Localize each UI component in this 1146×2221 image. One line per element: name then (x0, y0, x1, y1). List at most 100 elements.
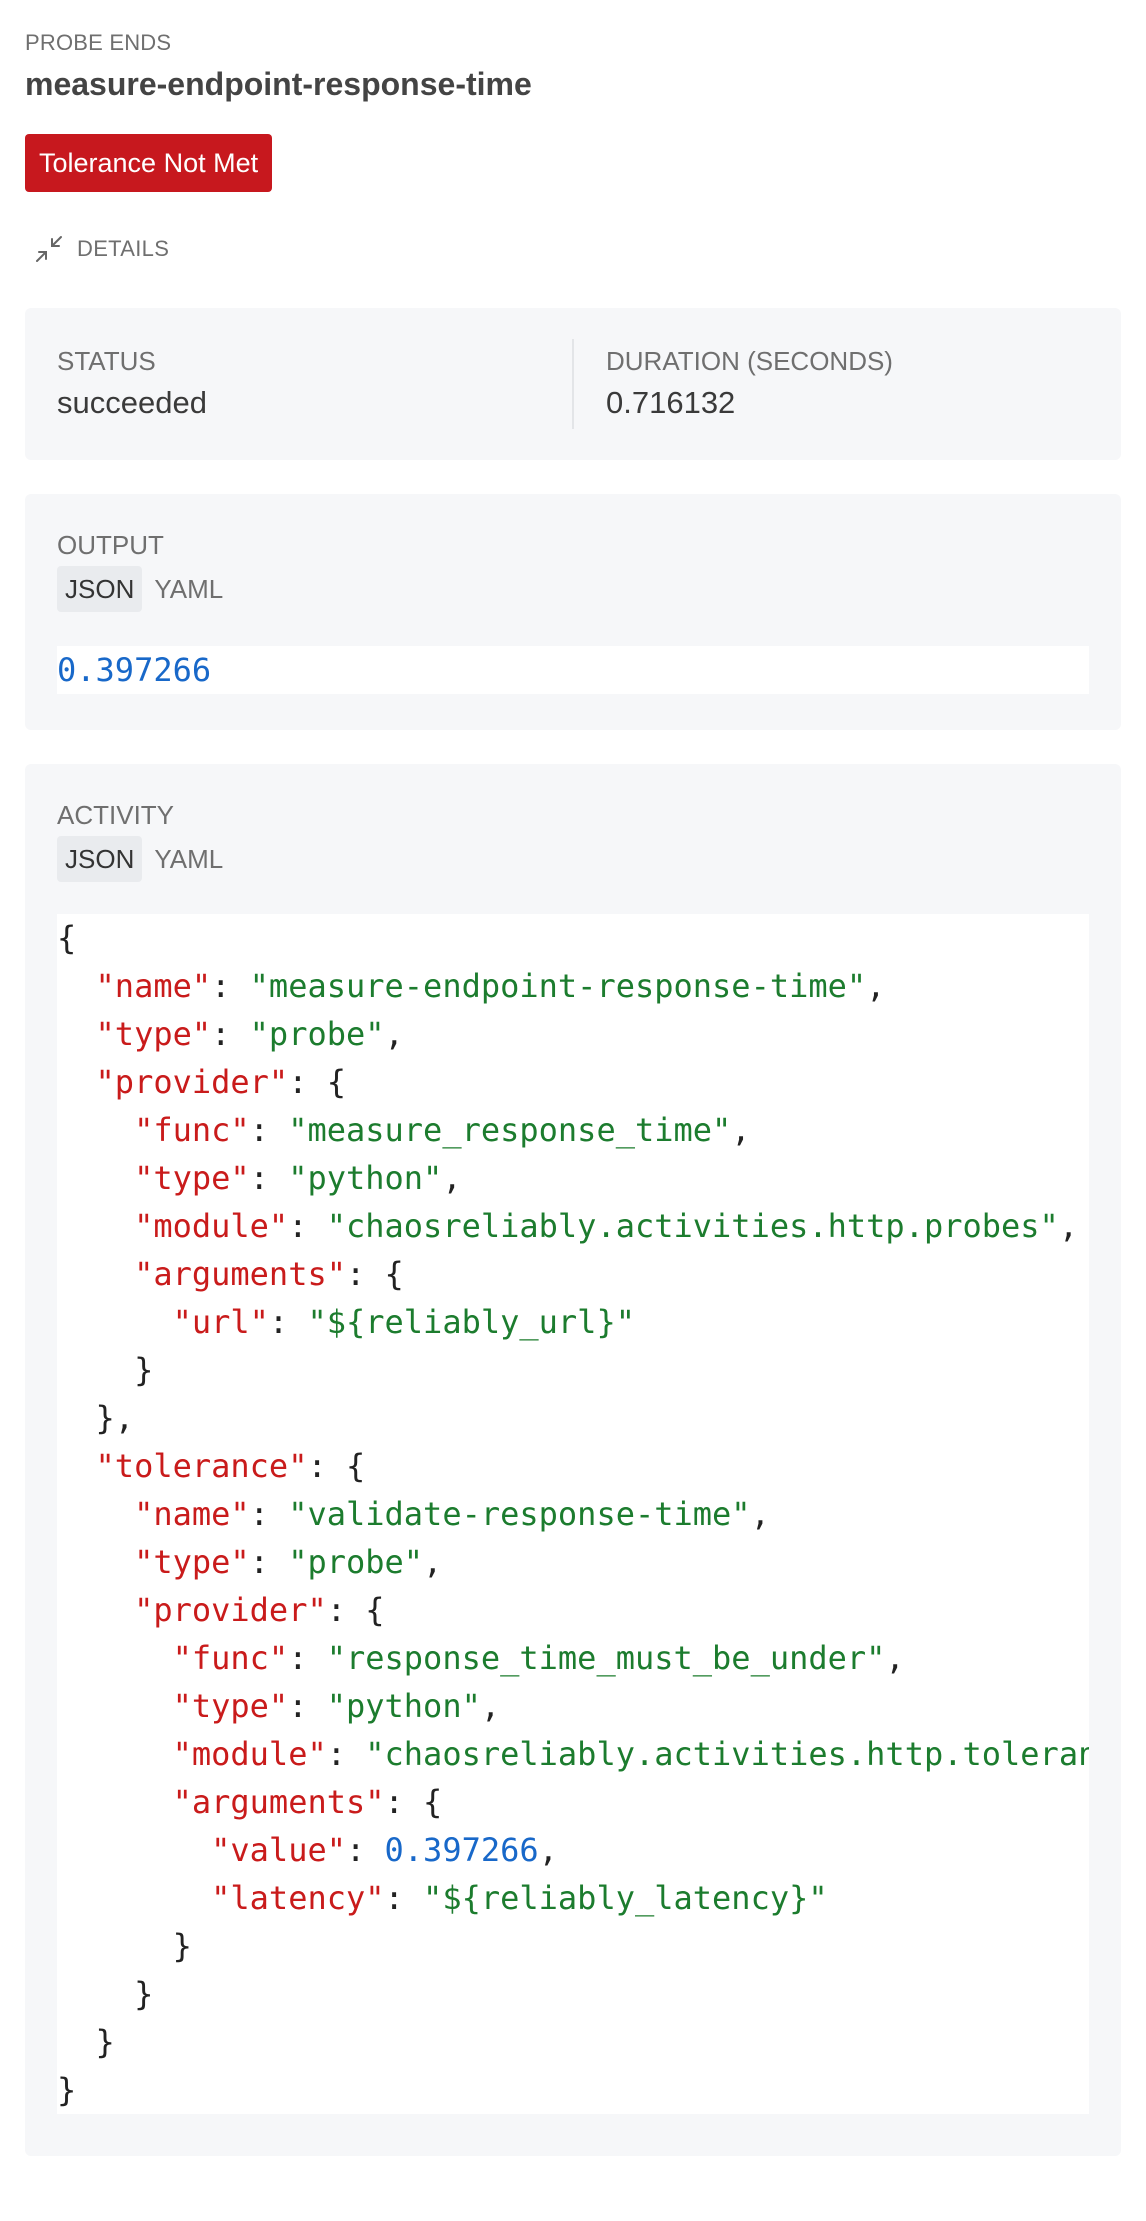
code-line: } (57, 2066, 1089, 2114)
activity-label: ACTIVITY (57, 800, 175, 830)
json-punctuation: , (1058, 1207, 1079, 1245)
json-punctuation: : { (345, 1255, 404, 1293)
json-punctuation (57, 1495, 134, 1533)
json-punctuation: , (885, 1639, 905, 1677)
json-key: "func" (172, 1639, 289, 1677)
code-line: "type": "python", (57, 1682, 1089, 1730)
output-format-tabs: JSON YAML (57, 566, 1089, 612)
code-line: }, (57, 1394, 1089, 1442)
code-line: "module": "chaosreliably.activities.http… (57, 1730, 1089, 1778)
json-punctuation (57, 1447, 96, 1485)
json-punctuation: , (423, 1543, 443, 1581)
code-line: "func": "response_time_must_be_under", (57, 1634, 1089, 1682)
activity-tab-json[interactable]: JSON (57, 836, 143, 882)
json-punctuation: , (480, 1687, 501, 1725)
json-punctuation: : { (326, 1591, 385, 1629)
json-key: "type" (172, 1687, 289, 1725)
json-punctuation: : { (307, 1447, 366, 1485)
json-key: "type" (95, 1015, 212, 1053)
json-punctuation: , (866, 967, 886, 1005)
code-line: "tolerance": { (57, 1442, 1089, 1490)
code-line: "value": 0.397266, (57, 1826, 1089, 1874)
json-punctuation (57, 1735, 173, 1773)
code-line: "module": "chaosreliably.activities.http… (57, 1202, 1089, 1250)
json-string: "${reliably_url}" (307, 1303, 635, 1341)
json-punctuation (57, 1159, 134, 1197)
json-punctuation: : (326, 1735, 366, 1773)
json-key: "type" (134, 1543, 250, 1581)
activity-code-block: { "name": "measure-endpoint-response-tim… (57, 914, 1089, 2114)
activity-panel: ACTIVITY JSON YAML { "name": "measure-en… (25, 764, 1121, 2156)
json-punctuation (57, 1639, 173, 1677)
json-punctuation: : (249, 1111, 289, 1149)
details-toggle-button[interactable]: DETAILS (25, 232, 1121, 266)
json-punctuation (57, 1591, 134, 1629)
json-string: "python" (326, 1687, 481, 1725)
json-punctuation (57, 1063, 96, 1101)
output-code-block: 0.397266 (57, 646, 1089, 694)
output-value: 0.397266 (57, 651, 212, 689)
code-line: "type": "probe", (57, 1538, 1089, 1586)
json-punctuation (57, 1207, 134, 1245)
json-punctuation: : (211, 1015, 250, 1053)
code-line: "name": "measure-endpoint-response-time"… (57, 962, 1089, 1010)
json-key: "module" (172, 1735, 327, 1773)
code-line: } (57, 2018, 1089, 2066)
json-punctuation: : (249, 1543, 289, 1581)
json-punctuation (57, 967, 96, 1005)
json-punctuation (57, 1879, 211, 1917)
json-string: "measure_response_time" (288, 1111, 732, 1149)
collapse-arrows-icon (35, 235, 63, 263)
code-line: { (57, 914, 1089, 962)
status-stat: STATUS succeeded (25, 339, 572, 429)
json-string: "response_time_must_be_under" (326, 1639, 886, 1677)
json-key: "url" (172, 1303, 269, 1341)
code-line: "type": "python", (57, 1154, 1089, 1202)
json-key: "module" (134, 1207, 289, 1245)
json-string: "chaosreliably.activities.http.probes" (326, 1207, 1059, 1245)
output-tab-yaml[interactable]: YAML (146, 566, 231, 612)
status-value: succeeded (57, 385, 207, 420)
duration-value: 0.716132 (606, 385, 736, 420)
json-punctuation: } (57, 1927, 192, 1965)
probe-detail-page: PROBE ENDS measure-endpoint-response-tim… (0, 30, 1146, 2156)
json-key: "name" (134, 1495, 250, 1533)
code-line: "name": "validate-response-time", (57, 1490, 1089, 1538)
output-panel: OUTPUT JSON YAML 0.397266 (25, 494, 1121, 730)
json-key: "arguments" (134, 1255, 346, 1293)
json-punctuation (57, 1783, 173, 1821)
json-string: "probe" (288, 1543, 424, 1581)
json-punctuation: } (57, 1975, 154, 2013)
stats-panel: STATUS succeeded DURATION (SECONDS) 0.71… (25, 308, 1121, 460)
duration-stat: DURATION (SECONDS) 0.716132 (572, 339, 1121, 429)
json-punctuation (57, 1543, 134, 1581)
json-key: "tolerance" (95, 1447, 308, 1485)
json-punctuation: : { (384, 1783, 443, 1821)
json-number: 0.397266 (384, 1831, 539, 1869)
status-label: STATUS (57, 346, 156, 376)
code-line: "provider": { (57, 1058, 1089, 1106)
json-punctuation: , (442, 1159, 462, 1197)
output-label: OUTPUT (57, 530, 164, 560)
json-punctuation: : (268, 1303, 308, 1341)
json-string: "probe" (249, 1015, 385, 1053)
json-punctuation: , (731, 1111, 751, 1149)
json-key: "type" (134, 1159, 250, 1197)
code-line: "latency": "${reliably_latency}" (57, 1874, 1089, 1922)
json-key: "func" (134, 1111, 250, 1149)
json-punctuation: : (345, 1831, 385, 1869)
json-key: "arguments" (172, 1783, 385, 1821)
code-line: } (57, 1346, 1089, 1394)
output-tab-json[interactable]: JSON (57, 566, 143, 612)
json-string: "python" (288, 1159, 443, 1197)
activity-tab-yaml[interactable]: YAML (146, 836, 231, 882)
json-punctuation: } (57, 2071, 77, 2109)
status-badge: Tolerance Not Met (25, 134, 273, 192)
json-punctuation: : (249, 1159, 289, 1197)
json-string: "${reliably_latency}" (423, 1879, 828, 1917)
json-string: "validate-response-time" (288, 1495, 751, 1533)
json-string: "measure-endpoint-response-time" (249, 967, 867, 1005)
code-line: "arguments": { (57, 1250, 1089, 1298)
json-punctuation: , (384, 1015, 404, 1053)
json-punctuation: : (288, 1639, 327, 1677)
